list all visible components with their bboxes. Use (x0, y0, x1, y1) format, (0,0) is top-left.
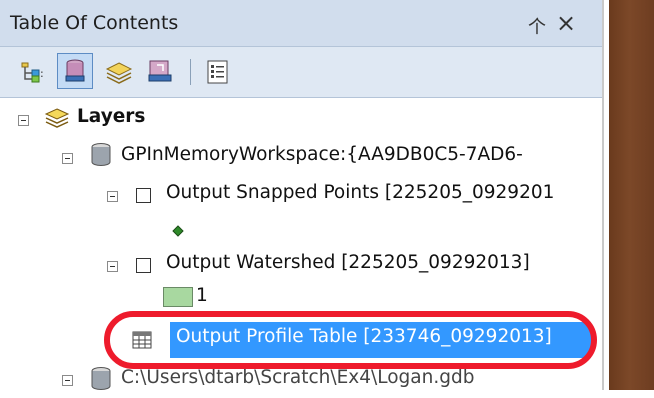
collapse-toggle[interactable] (62, 375, 73, 386)
tree-row-watershed[interactable]: Output Watershed [225205_09292013] (0, 247, 602, 283)
layer-visibility-checkbox[interactable] (136, 258, 151, 273)
svg-text::: : (40, 67, 44, 80)
options-list-icon[interactable] (203, 57, 233, 87)
database-icon (90, 142, 112, 172)
layers-label: Layers (77, 106, 146, 127)
layer-visibility-checkbox[interactable] (136, 188, 151, 203)
database-icon[interactable] (57, 53, 93, 89)
collapse-toggle[interactable] (107, 191, 118, 202)
collapse-toggle[interactable] (107, 261, 118, 272)
toolbar-separator (190, 59, 191, 85)
tree-row-snapped-points[interactable]: Output Snapped Points [225205_0929201 (0, 177, 602, 213)
legend-value: 1 (196, 285, 208, 306)
layers-icon (44, 106, 70, 134)
tree-row-layers[interactable]: Layers (0, 102, 602, 138)
panel-title-bar: Table Of Contents 个 × (0, 0, 602, 47)
panel-splitter[interactable] (602, 0, 604, 390)
toc-toolbar: : (0, 47, 602, 98)
database-icon (90, 366, 112, 396)
map-canvas[interactable] (609, 0, 654, 390)
layers-visibility-icon[interactable] (104, 57, 134, 87)
panel-title: Table Of Contents (10, 12, 179, 34)
tree-row-workspace[interactable]: GPInMemoryWorkspace:{AA9DB0C5-7AD6- (0, 138, 602, 174)
collapse-toggle[interactable] (62, 153, 73, 164)
map-view-edge (602, 0, 654, 390)
selection-icon[interactable] (145, 57, 175, 87)
gdb-path-label: C:\Users\dtarb\Scratch\Ex4\Logan.gdb (121, 367, 475, 388)
annotation-highlight-oval (104, 311, 597, 369)
workspace-label: GPInMemoryWorkspace:{AA9DB0C5-7AD6- (121, 144, 523, 165)
point-symbol-icon (172, 222, 184, 241)
legend-swatch (163, 287, 193, 307)
snapped-points-label: Output Snapped Points [225205_0929201 (166, 182, 555, 203)
close-icon[interactable]: × (556, 9, 576, 37)
drawing-order-icon[interactable]: : (18, 57, 48, 87)
watershed-label: Output Watershed [225205_09292013] (166, 252, 530, 273)
collapse-toggle[interactable] (18, 115, 29, 126)
table-of-contents-panel: Table Of Contents 个 × : Layers GPInMemor… (0, 0, 602, 390)
pin-icon[interactable]: 个 (528, 13, 546, 39)
